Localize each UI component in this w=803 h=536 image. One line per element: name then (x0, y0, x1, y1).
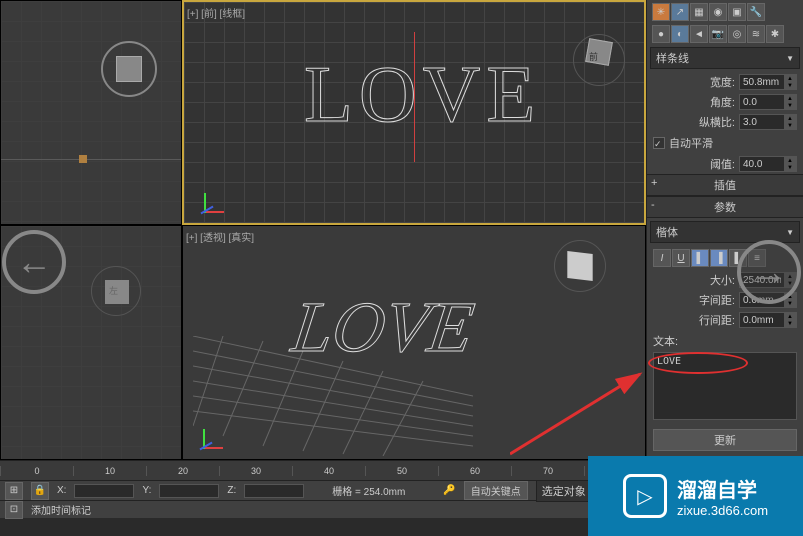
axis-gizmo-front (204, 183, 234, 213)
y-label: Y: (142, 485, 151, 496)
create-tab-icon[interactable]: ✳ (652, 3, 670, 21)
category-dropdown[interactable]: 样条线 ▼ (650, 47, 800, 69)
italic-button[interactable]: I (653, 249, 671, 267)
add-time-marker-label[interactable]: 添加时间标记 (31, 502, 91, 517)
text-input[interactable] (653, 352, 797, 420)
command-panel: ✳ ↗ ▦ ◉ ▣ 🔧 ● ◐ ◄ 📷 ◎ ≋ ✱ 样条线 ▼ 宽度: ▲▼ (646, 0, 803, 460)
align-center-button[interactable]: ▐ (710, 249, 728, 267)
plus-icon: + (651, 177, 657, 189)
viewport-label-front[interactable]: [+] [前] [线框] (187, 5, 245, 20)
display-tab-icon[interactable]: ▣ (728, 3, 746, 21)
text-object-wireframe[interactable]: LOVE (304, 50, 541, 141)
charspacing-label: 字间距: (699, 292, 735, 308)
parameters-rollout-header[interactable]: - 参数 (647, 196, 803, 218)
spinner-up-icon[interactable]: ▲ (784, 75, 796, 82)
utilities-tab-icon[interactable]: 🔧 (747, 3, 765, 21)
kerning-spinner[interactable]: ▲▼ (739, 114, 797, 130)
watermark: 溜溜自学 zixue.3d66.com (588, 456, 803, 536)
hierarchy-tab-icon[interactable]: ▦ (690, 3, 708, 21)
grid-label: 栅格 = 254.0mm (332, 483, 405, 498)
spinner-down-icon[interactable]: ▼ (784, 82, 796, 89)
auto-smooth-checkbox[interactable] (653, 137, 665, 149)
helpers-icon[interactable]: ◎ (728, 25, 746, 43)
z-label: Z: (227, 485, 236, 496)
size-label: 大小: (710, 272, 735, 288)
motion-tab-icon[interactable]: ◉ (709, 3, 727, 21)
minus-icon: - (651, 199, 655, 211)
y-coord-input[interactable] (159, 484, 219, 498)
axis-gizmo-persp (203, 419, 233, 449)
x-label: X: (57, 485, 66, 496)
viewcube-small[interactable]: 左 (91, 266, 141, 316)
auto-smooth-label: 自动平滑 (669, 135, 713, 151)
viewcube-persp[interactable] (560, 246, 600, 286)
viewport-front-wireframe[interactable]: [+] [前] [线框] LOVE 前 (182, 0, 646, 225)
viewport-top-left[interactable] (0, 0, 182, 225)
threshold-label: 阈值: (710, 156, 735, 172)
watermark-url: zixue.3d66.com (677, 503, 768, 518)
interpolation-rollout-header[interactable]: + 插值 (647, 174, 803, 196)
angle-label: 角度: (710, 94, 735, 110)
linespacing-label: 行间距: (699, 312, 735, 328)
cameras-icon[interactable]: 📷 (709, 25, 727, 43)
width-label: 宽度: (710, 74, 735, 90)
dropdown-arrow-icon: ▼ (786, 228, 794, 237)
text-field-label: 文本: (653, 333, 797, 349)
key-icon[interactable]: 🔑 (443, 485, 455, 496)
lights-icon[interactable]: ◄ (690, 25, 708, 43)
auto-key-button[interactable]: 自动关键点 (464, 481, 528, 500)
lock-icon[interactable]: 🔒 (31, 482, 49, 500)
update-button[interactable]: 更新 (653, 429, 797, 451)
nav-next-arrow[interactable]: → (737, 240, 801, 304)
x-coord-input[interactable] (74, 484, 134, 498)
geometry-icon[interactable]: ● (652, 25, 670, 43)
modify-tab-icon[interactable]: ↗ (671, 3, 689, 21)
viewport-label-persp[interactable]: [+] [透视] [真实] (186, 229, 254, 244)
align-left-button[interactable]: ▌ (691, 249, 709, 267)
underline-button[interactable]: U (672, 249, 690, 267)
linespacing-spinner[interactable]: ▲▼ (739, 312, 797, 328)
kerning-label: 纵横比: (699, 114, 735, 130)
viewport-perspective[interactable]: [+] [透视] [真实] (182, 225, 646, 460)
threshold-spinner[interactable]: ▲▼ (739, 156, 797, 172)
font-dropdown[interactable]: 楷体 ▼ (650, 221, 800, 243)
text-object-perspective[interactable]: LOVE (287, 286, 479, 369)
systems-icon[interactable]: ✱ (766, 25, 784, 43)
width-spinner[interactable]: ▲▼ (739, 74, 797, 90)
angle-spinner[interactable]: ▲▼ (739, 94, 797, 110)
viewcube-indicator[interactable] (101, 41, 157, 97)
watermark-title: 溜溜自学 (677, 474, 768, 503)
z-coord-input[interactable] (244, 484, 304, 498)
dropdown-arrow-icon: ▼ (786, 54, 794, 63)
viewcube-front[interactable]: 前 (579, 40, 619, 80)
watermark-play-icon (623, 474, 667, 518)
time-config-icon[interactable]: ⊡ (5, 501, 23, 519)
shapes-icon[interactable]: ◐ (671, 25, 689, 43)
snap-toggle-icon[interactable]: ⊞ (5, 482, 23, 500)
spacewarps-icon[interactable]: ≋ (747, 25, 765, 43)
nav-prev-arrow[interactable]: ← (2, 230, 66, 294)
